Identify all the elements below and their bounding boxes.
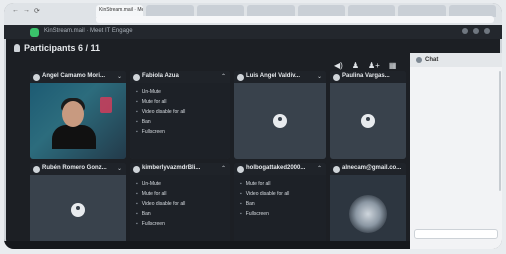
chat-input[interactable]	[414, 229, 498, 239]
app-title: KinStream.mail · Meet IT Engage	[44, 28, 133, 34]
participant-tile[interactable]: Angel Camamo Mori... ⌄	[30, 71, 126, 159]
menu-item-unmute[interactable]: Un-Mute	[136, 87, 230, 97]
people-icon[interactable]: ♟	[352, 61, 359, 70]
participant-tile[interactable]: Rubén Romero Gonz... ⌄	[30, 163, 126, 245]
user-icon	[361, 114, 375, 128]
app-logo	[30, 28, 39, 37]
chat-message	[416, 183, 498, 193]
bottom-bar	[4, 241, 410, 249]
participant-tile[interactable]: Paulina Vargas...	[330, 71, 406, 159]
chat-message	[416, 141, 498, 151]
participant-tile[interactable]: holbogattaked2000... ⌃ Mute for all Vide…	[234, 163, 326, 245]
chat-message	[416, 85, 498, 95]
app-header: KinStream.mail · Meet IT Engage	[4, 25, 502, 39]
forward-icon[interactable]: →	[23, 7, 30, 15]
screen-frame: ← → ⟳ KinStream.mail · Meet IT Engage Ki…	[4, 3, 502, 249]
address-bar[interactable]	[96, 16, 494, 23]
camera-icon	[349, 194, 387, 233]
participants-label: Participants 6 / 11	[24, 43, 101, 53]
participant-video	[30, 175, 126, 245]
browser-chrome: ← → ⟳ KinStream.mail · Meet IT Engage	[4, 3, 502, 25]
participant-name: Paulina Vargas...	[342, 73, 390, 79]
reload-icon[interactable]: ⟳	[34, 7, 40, 15]
participant-name: holbogattaked2000...	[246, 165, 306, 171]
avatar	[133, 74, 140, 81]
participant-video	[30, 83, 126, 159]
participant-name: Fabiola Azua	[142, 73, 179, 79]
chat-title: Chat	[425, 57, 439, 63]
chat-scrollbar[interactable]	[499, 71, 501, 191]
grid-toolbar: ◀) ♟ ♟+ ▦	[334, 61, 396, 70]
avatar	[33, 74, 40, 81]
participant-menu: Un-Mute Mute for all Video disable for a…	[130, 83, 230, 159]
avatar	[237, 166, 244, 173]
grid-icon[interactable]: ▦	[389, 61, 397, 70]
participant-video	[330, 175, 406, 245]
chat-message	[416, 99, 498, 109]
menu-item-fullscreen[interactable]: Fullscreen	[240, 209, 326, 219]
chat-message	[416, 127, 498, 137]
avatar	[237, 74, 244, 81]
chevron-down-icon[interactable]: ⌄	[117, 73, 122, 80]
participant-menu: Un-Mute Mute for all Video disable for a…	[130, 175, 230, 245]
chat-message	[416, 169, 498, 179]
participant-tile[interactable]: Luis Angel Valdiv... ⌄	[234, 71, 326, 159]
menu-item-video-disable[interactable]: Video disable for all	[136, 107, 230, 117]
chat-message	[416, 71, 498, 81]
speaker-icon[interactable]: ◀)	[334, 61, 343, 70]
participant-tile[interactable]: Fabiola Azua ⌃ Un-Mute Mute for all Vide…	[130, 71, 230, 159]
chat-icon	[416, 57, 422, 63]
participant-name: Angel Camamo Mori...	[42, 73, 106, 79]
chat-message	[416, 113, 498, 123]
participant-video	[330, 83, 406, 159]
back-icon[interactable]: ←	[12, 7, 19, 15]
participant-icon	[14, 44, 20, 52]
chevron-down-icon[interactable]: ⌄	[317, 73, 322, 80]
participant-tile[interactable]: alnecam@gmail.co...	[330, 163, 406, 245]
menu-item-video-disable[interactable]: Video disable for all	[136, 199, 230, 209]
avatar	[133, 166, 140, 173]
participant-tile[interactable]: kimberlyvazmdrBli... ⌃ Un-Mute Mute for …	[130, 163, 230, 245]
header-action-icon[interactable]	[462, 28, 468, 34]
participant-name: Rubén Romero Gonz...	[42, 165, 107, 171]
menu-item-mute-all[interactable]: Mute for all	[136, 189, 230, 199]
participant-name: Luis Angel Valdiv...	[246, 73, 301, 79]
menu-item-fullscreen[interactable]: Fullscreen	[136, 219, 230, 229]
menu-item-video-disable[interactable]: Video disable for all	[240, 189, 326, 199]
chevron-up-icon[interactable]: ⌃	[221, 73, 226, 80]
chat-panel: Chat	[410, 53, 502, 249]
menu-item-mute-all[interactable]: Mute for all	[136, 97, 230, 107]
chevron-up-icon[interactable]: ⌃	[221, 165, 226, 172]
chat-message	[416, 155, 498, 165]
people-add-icon[interactable]: ♟+	[368, 61, 380, 70]
header-actions	[462, 28, 490, 34]
chat-header: Chat	[410, 53, 502, 67]
participants-count: Participants 6 / 11	[14, 43, 100, 53]
participant-name: kimberlyvazmdrBli...	[142, 165, 201, 171]
participant-name: alnecam@gmail.co...	[342, 165, 402, 171]
browser-nav: ← → ⟳	[12, 7, 40, 15]
avatar	[33, 166, 40, 173]
user-icon	[273, 114, 287, 128]
avatar	[333, 74, 340, 81]
participant-video	[234, 83, 326, 159]
menu-item-ban[interactable]: Ban	[240, 199, 326, 209]
chevron-down-icon[interactable]: ⌄	[117, 165, 122, 172]
menu-item-unmute[interactable]: Un-Mute	[136, 179, 230, 189]
menu-item-ban[interactable]: Ban	[136, 117, 230, 127]
user-icon	[71, 203, 85, 217]
menu-item-fullscreen[interactable]: Fullscreen	[136, 127, 230, 137]
chevron-up-icon[interactable]: ⌃	[317, 165, 322, 172]
header-action-icon[interactable]	[484, 28, 490, 34]
avatar	[333, 166, 340, 173]
menu-item-ban[interactable]: Ban	[136, 209, 230, 219]
header-action-icon[interactable]	[473, 28, 479, 34]
menu-item-mute-all[interactable]: Mute for all	[240, 179, 326, 189]
participant-menu: Mute for all Video disable for all Ban F…	[234, 175, 326, 245]
